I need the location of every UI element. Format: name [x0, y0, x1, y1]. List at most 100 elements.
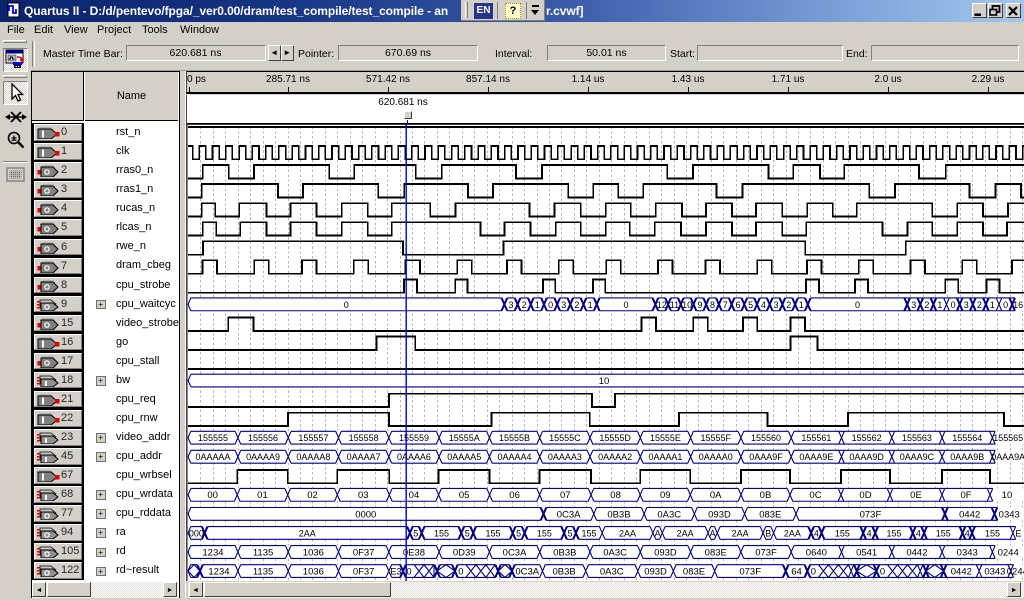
svg-text:155563: 155563: [902, 433, 932, 443]
svg-text:0A3C: 0A3C: [600, 566, 624, 577]
svg-text:0B: 0B: [760, 490, 772, 501]
svg-text:0: 0: [458, 566, 463, 577]
svg-text:02: 02: [307, 490, 318, 501]
svg-text:0000: 0000: [355, 509, 376, 520]
svg-text:2AA: 2AA: [299, 528, 316, 538]
svg-text:15555E: 15555E: [650, 433, 681, 443]
svg-text:5: 5: [413, 528, 418, 538]
svg-text:E3: E3: [390, 566, 402, 577]
svg-text:0B3B: 0B3B: [553, 547, 576, 558]
svg-text:155556: 155556: [248, 433, 278, 443]
svg-text:3: 3: [561, 299, 566, 309]
svg-text:0C3A: 0C3A: [557, 509, 581, 520]
svg-text:5: 5: [568, 528, 573, 538]
svg-text:3: 3: [774, 299, 779, 309]
svg-text:155555: 155555: [198, 433, 228, 443]
svg-text:0: 0: [344, 299, 349, 309]
svg-text:A: A: [655, 528, 661, 538]
svg-text:10: 10: [1002, 490, 1013, 501]
svg-text:0AAAA4: 0AAAA4: [498, 452, 532, 462]
svg-text:0AAA9A: 0AAA9A: [991, 452, 1024, 462]
svg-text:073F: 073F: [860, 509, 882, 520]
svg-text:155560: 155560: [751, 433, 781, 443]
svg-text:155: 155: [582, 528, 597, 538]
svg-text:9: 9: [697, 299, 702, 309]
svg-text:10: 10: [599, 375, 610, 386]
svg-text:0F: 0F: [960, 490, 971, 501]
svg-text:A: A: [710, 528, 716, 538]
svg-text:15555F: 15555F: [701, 433, 732, 443]
svg-text:093D: 093D: [654, 547, 677, 558]
svg-text:0: 0: [951, 299, 956, 309]
svg-text:0AAAA6: 0AAAA6: [397, 452, 431, 462]
svg-text:0: 0: [880, 566, 885, 577]
svg-text:0244: 0244: [1007, 566, 1024, 577]
svg-text:15555A: 15555A: [449, 433, 480, 443]
svg-text:7: 7: [723, 299, 728, 309]
svg-text:0C3A: 0C3A: [503, 547, 527, 558]
svg-text:07: 07: [560, 490, 571, 501]
svg-text:0D: 0D: [859, 490, 871, 501]
svg-text:0AAA9D: 0AAA9D: [849, 452, 884, 462]
svg-text:0343: 0343: [999, 509, 1020, 520]
svg-text:0343: 0343: [984, 566, 1005, 577]
svg-text:0D39: 0D39: [453, 547, 476, 558]
svg-text:3: 3: [964, 299, 969, 309]
svg-text:0244: 0244: [998, 547, 1019, 558]
svg-text:083E: 083E: [705, 547, 727, 558]
svg-text:155: 155: [434, 528, 449, 538]
svg-text:5: 5: [516, 528, 521, 538]
svg-text:073F: 073F: [755, 547, 777, 558]
svg-text:08: 08: [610, 490, 621, 501]
svg-text:155559: 155559: [399, 433, 429, 443]
svg-text:000: 000: [189, 528, 204, 538]
svg-text:0AAA9B: 0AAA9B: [950, 452, 984, 462]
svg-text:4: 4: [965, 528, 970, 538]
svg-text:155558: 155558: [349, 433, 379, 443]
svg-text:083E: 083E: [683, 566, 705, 577]
svg-text:155: 155: [936, 528, 951, 538]
svg-text:1036: 1036: [303, 566, 324, 577]
svg-text:0442: 0442: [906, 547, 927, 558]
svg-text:0AAAAA: 0AAAAA: [195, 452, 230, 462]
svg-text:1234: 1234: [202, 547, 223, 558]
svg-text:2: 2: [786, 299, 791, 309]
svg-text:5: 5: [465, 528, 470, 538]
svg-text:04: 04: [409, 490, 420, 501]
svg-text:B: B: [765, 528, 771, 538]
svg-text:0AAAA7: 0AAAA7: [347, 452, 381, 462]
svg-text:00: 00: [207, 490, 218, 501]
svg-text:0343: 0343: [957, 547, 978, 558]
svg-text:0640: 0640: [806, 547, 827, 558]
svg-text:155: 155: [485, 528, 500, 538]
svg-text:155565: 155565: [993, 433, 1023, 443]
svg-text:6: 6: [735, 299, 740, 309]
svg-text:0AAAA9: 0AAAA9: [246, 452, 280, 462]
svg-text:0541: 0541: [856, 547, 877, 558]
svg-text:2: 2: [977, 299, 982, 309]
svg-text:155: 155: [835, 528, 850, 538]
svg-text:64: 64: [791, 566, 802, 577]
svg-text:1135: 1135: [253, 547, 273, 558]
svg-text:0AAAA2: 0AAAA2: [598, 452, 632, 462]
svg-text:0AAAA3: 0AAAA3: [548, 452, 582, 462]
svg-text:0AAAA1: 0AAAA1: [648, 452, 682, 462]
svg-text:8: 8: [710, 299, 715, 309]
svg-text:0AAAA0: 0AAAA0: [699, 452, 733, 462]
svg-text:0E: 0E: [910, 490, 922, 501]
svg-text:06: 06: [509, 490, 520, 501]
svg-text:0442: 0442: [951, 566, 972, 577]
svg-text:155564: 155564: [952, 433, 982, 443]
svg-text:155562: 155562: [852, 433, 882, 443]
svg-text:1: 1: [937, 299, 942, 309]
svg-text:15555D: 15555D: [599, 433, 631, 443]
svg-text:4: 4: [916, 528, 921, 538]
svg-text:0C: 0C: [809, 490, 821, 501]
svg-text:0F37: 0F37: [353, 566, 375, 577]
svg-text:16: 16: [1013, 299, 1023, 309]
svg-text:0: 0: [811, 566, 816, 577]
svg-text:10: 10: [682, 299, 692, 309]
svg-text:0B3B: 0B3B: [552, 566, 575, 577]
svg-text:0: 0: [406, 566, 411, 577]
svg-text:083E: 083E: [759, 509, 781, 520]
